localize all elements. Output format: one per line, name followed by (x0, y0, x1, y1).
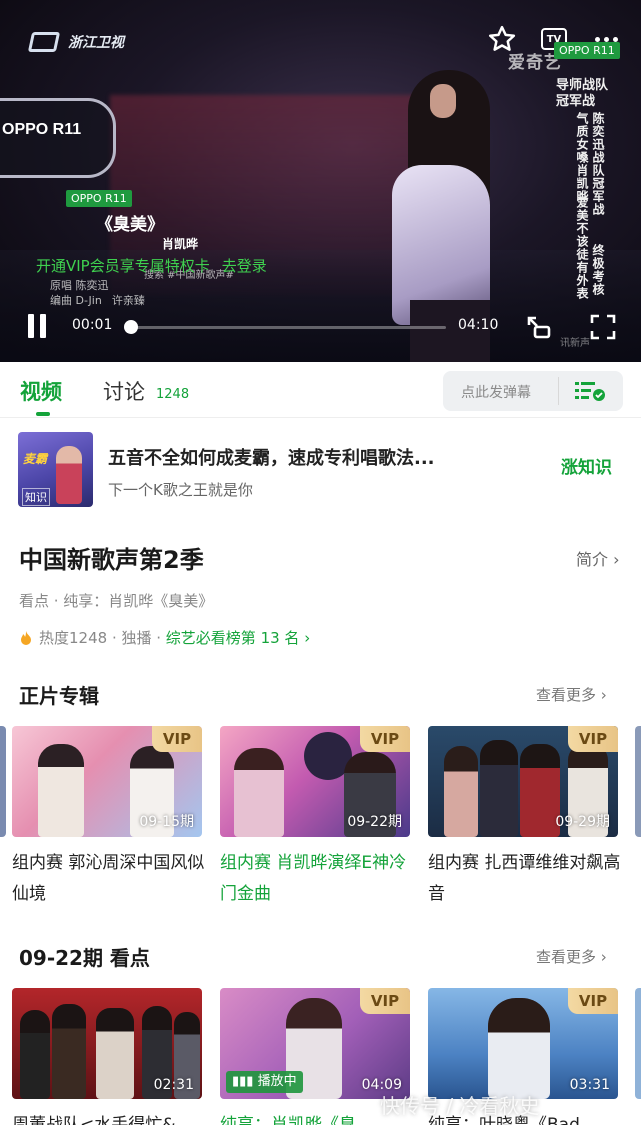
credit-composer: 原唱 陈奕迅 (50, 279, 109, 292)
promo-thumb-badge: 知识 (22, 488, 50, 506)
vertical-caption-3: 爱美不该徒有外表 (575, 196, 589, 300)
vip-badge: VIP (360, 726, 410, 752)
total-time: 04:10 (458, 317, 499, 333)
vip-banner-text[interactable]: 开通VIP会员享专属特权卡 (36, 257, 210, 275)
tab-discuss[interactable]: 讨论 (103, 376, 145, 406)
credit-arranger: 编曲 D-Jin (50, 294, 102, 307)
content-tabs: 视频 讨论 1248 点此发弹幕 (0, 362, 641, 418)
show-description: 看点 · 纯享：肖凯晔《臭美》 (19, 592, 214, 610)
credit-producer: 许亲臻 (111, 294, 145, 307)
highlight-peek-right (635, 988, 641, 1099)
danmaku-toggle-icon[interactable] (573, 379, 607, 403)
album-thumb-2[interactable]: VIP 09-22期 (220, 726, 410, 837)
card-peek-left (0, 726, 6, 837)
episode-date: 09-29期 (555, 814, 610, 830)
login-link[interactable]: 去登录 (222, 257, 267, 275)
card-peek-right (635, 726, 641, 837)
now-playing-badge: ▮▮▮ 播放中 (226, 1071, 303, 1093)
fullscreen-icon[interactable] (589, 313, 617, 341)
rank-link[interactable]: 综艺必看榜第 13 名 › (166, 627, 310, 648)
sponsor-tag: OPPO R11 (554, 42, 620, 59)
episode-date: 09-22期 (347, 814, 402, 830)
exclusive-label: · 独播 · (107, 629, 166, 647)
album-card-title[interactable]: 组内赛 肖凯晔演绎E神冷门金曲 (220, 848, 420, 910)
vip-badge: VIP (152, 726, 202, 752)
channel-name: 浙江卫视 (68, 35, 124, 51)
video-player[interactable]: OPPO R11 浙江卫视 TV 爱奇艺 OPPO R11 导师战队冠军战 陈奕… (0, 0, 641, 362)
song-singer: 肖凯晔 (162, 237, 199, 251)
promo-thumbnail[interactable]: 麦霸 知识 (18, 432, 93, 507)
oppo-stage-sign: OPPO R11 (0, 98, 116, 178)
promo-banner[interactable]: 麦霸 知识 五音不全如何成麦霸，速成专利唱歌法... 下一个K歌之王就是你 涨知… (18, 430, 623, 510)
vertical-caption-4: 气质女嗓肖凯晔 (575, 112, 589, 203)
progress-bar[interactable] (124, 320, 446, 334)
album-card-title[interactable]: 组内赛 郭沁周深中国风似仙境 (12, 848, 212, 910)
vip-badge: VIP (360, 988, 410, 1014)
song-sponsor-tag: OPPO R11 (66, 190, 132, 207)
active-tab-indicator (36, 412, 50, 416)
tab-video[interactable]: 视频 (20, 376, 62, 406)
fire-icon (19, 630, 33, 646)
video-duration: 02:31 (153, 1077, 194, 1093)
promo-thumb-tag: 麦霸 (23, 452, 48, 466)
promo-subtitle: 下一个K歌之王就是你 (108, 481, 253, 499)
channel-logo: 浙江卫视 (27, 28, 124, 56)
player-controls: 00:01 04:10 (0, 308, 641, 344)
show-intro-link[interactable]: 简介 › (576, 546, 620, 570)
danmaku-bar: 点此发弹幕 (443, 371, 623, 411)
vertical-caption-1: 陈奕迅战队冠军战 (591, 112, 605, 216)
progress-thumb[interactable] (124, 320, 139, 334)
show-meta: 热度1248 · 独播 · 综艺必看榜第 13 名 › (19, 627, 310, 648)
episode-caption: 导师战队冠军战 (556, 78, 609, 109)
highlights-section-title: 09-22期 看点 (19, 946, 150, 970)
album-section-title: 正片专辑 (19, 684, 99, 708)
show-title: 中国新歌声第2季 (19, 546, 204, 574)
source-watermark: 快传号 / 冷看秋史 (380, 1094, 540, 1118)
album-thumb-3[interactable]: VIP 09-29期 (428, 726, 618, 837)
highlight-thumb-2[interactable]: VIP ▮▮▮ 播放中 04:09 (220, 988, 410, 1099)
song-title: 《臭美》 (96, 215, 164, 235)
video-duration: 03:31 (569, 1077, 610, 1093)
episode-date: 09-15期 (139, 814, 194, 830)
current-time: 00:01 (72, 317, 113, 333)
heat-value: 热度1248 (39, 629, 108, 647)
highlight-thumb-3[interactable]: VIP 03:31 (428, 988, 618, 1099)
zhejiang-tv-logo-icon (27, 28, 62, 56)
vip-badge: VIP (568, 988, 618, 1014)
highlight-card-title[interactable]: 周董战队<水手得忙& (12, 1110, 212, 1125)
corner-watermark: 讯新声 (560, 338, 590, 349)
vertical-caption-2: 终极考核 (591, 244, 605, 296)
vip-badge: VIP (568, 726, 618, 752)
highlights-more-link[interactable]: 查看更多 › (536, 946, 607, 967)
screen-cast-share-icon[interactable] (524, 313, 554, 341)
danmaku-input[interactable]: 点此发弹幕 (461, 382, 531, 402)
pause-icon[interactable] (26, 314, 50, 340)
album-thumb-1[interactable]: VIP 09-15期 (12, 726, 202, 837)
album-more-link[interactable]: 查看更多 › (536, 684, 607, 705)
album-card-title[interactable]: 组内赛 扎西谭维维对飙高音 (428, 848, 628, 910)
promo-title[interactable]: 五音不全如何成麦霸，速成专利唱歌法... (108, 444, 435, 470)
highlight-thumb-1[interactable]: 02:31 (12, 988, 202, 1099)
divider (558, 377, 559, 405)
vip-banner[interactable]: 开通VIP会员享专属特权卡 去登录 (36, 255, 267, 276)
discuss-count: 1248 (156, 387, 190, 402)
promo-action-button[interactable]: 涨知识 (561, 453, 612, 478)
song-credits: 原唱 陈奕迅 编曲 D-Jin 许亲臻 (50, 278, 155, 308)
